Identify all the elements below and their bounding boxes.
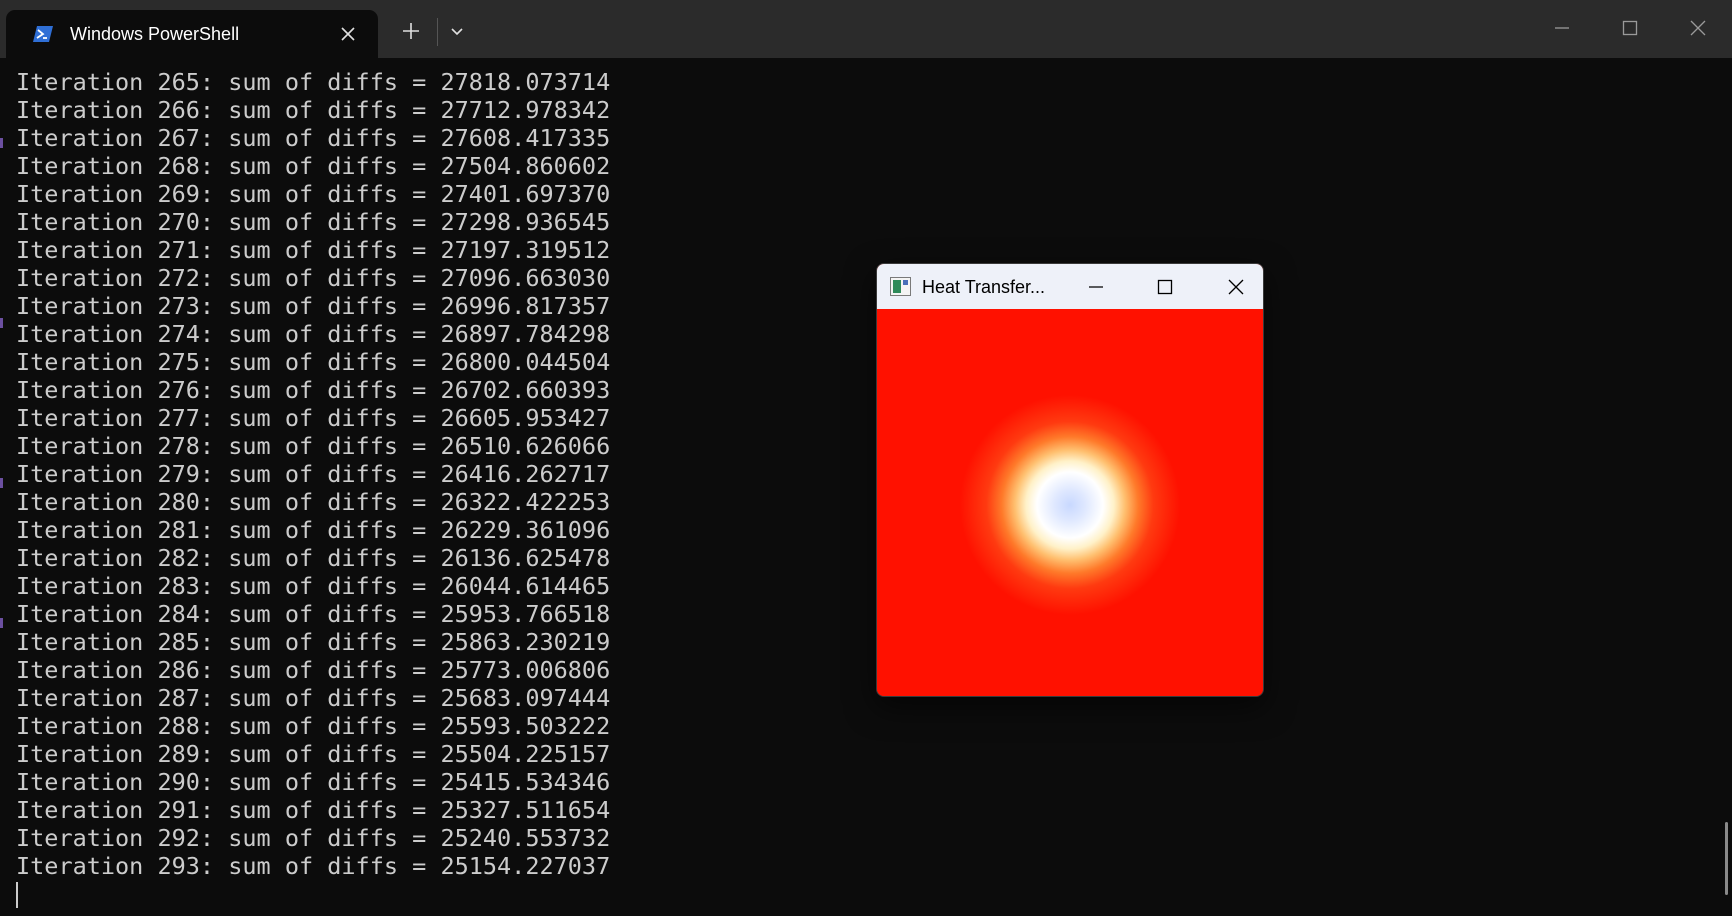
output-line: Iteration 288: sum of diffs = 25593.5032… xyxy=(16,712,611,740)
scrollbar-thumb[interactable] xyxy=(1725,822,1728,895)
tab-windows-powershell[interactable]: Windows PowerShell xyxy=(6,10,378,58)
output-line: Iteration 293: sum of diffs = 25154.2270… xyxy=(16,852,611,880)
tab-title: Windows PowerShell xyxy=(70,24,240,44)
terminal-output: Iteration 265: sum of diffs = 27818.0737… xyxy=(16,68,610,880)
terminal-titlebar[interactable]: Windows PowerShell xyxy=(0,0,1732,58)
minimize-icon[interactable] xyxy=(1552,18,1572,38)
close-tab-icon[interactable] xyxy=(338,24,358,44)
output-line: Iteration 291: sum of diffs = 25327.5116… xyxy=(16,796,611,824)
output-line: Iteration 289: sum of diffs = 25504.2251… xyxy=(16,740,611,768)
output-line: Iteration 287: sum of diffs = 25683.0974… xyxy=(16,684,611,712)
output-line: Iteration 286: sum of diffs = 25773.0068… xyxy=(16,656,611,684)
chevron-down-icon[interactable] xyxy=(447,21,467,41)
output-line: Iteration 279: sum of diffs = 26416.2627… xyxy=(16,460,611,488)
powershell-icon xyxy=(33,26,53,42)
window-edge-artifacts xyxy=(0,138,3,628)
output-line: Iteration 292: sum of diffs = 25240.5537… xyxy=(16,824,611,852)
heat-source-spot xyxy=(960,395,1180,615)
output-line: Iteration 269: sum of diffs = 27401.6973… xyxy=(16,180,611,208)
text-cursor xyxy=(16,882,18,908)
output-line: Iteration 284: sum of diffs = 25953.7665… xyxy=(16,600,611,628)
maximize-icon[interactable] xyxy=(1620,18,1640,38)
minimize-icon[interactable] xyxy=(1086,277,1106,297)
output-line: Iteration 280: sum of diffs = 26322.4222… xyxy=(16,488,611,516)
maximize-icon[interactable] xyxy=(1155,277,1175,297)
output-line: Iteration 285: sum of diffs = 25863.2302… xyxy=(16,628,611,656)
output-line: Iteration 282: sum of diffs = 26136.6254… xyxy=(16,544,611,572)
heat-transfer-window[interactable]: Heat Transfer... xyxy=(876,263,1264,697)
output-line: Iteration 281: sum of diffs = 26229.3610… xyxy=(16,516,611,544)
output-line: Iteration 268: sum of diffs = 27504.8606… xyxy=(16,152,611,180)
output-line: Iteration 265: sum of diffs = 27818.0737… xyxy=(16,68,611,96)
new-tab-icon[interactable] xyxy=(399,19,423,43)
output-line: Iteration 271: sum of diffs = 27197.3195… xyxy=(16,236,611,264)
tab-divider xyxy=(437,18,438,46)
app-window-icon xyxy=(890,277,911,296)
output-line: Iteration 272: sum of diffs = 27096.6630… xyxy=(16,264,611,292)
output-line: Iteration 266: sum of diffs = 27712.9783… xyxy=(16,96,611,124)
heat-window-titlebar[interactable]: Heat Transfer... xyxy=(877,264,1263,309)
output-line: Iteration 267: sum of diffs = 27608.4173… xyxy=(16,124,611,152)
heat-map-canvas xyxy=(877,309,1263,696)
output-line: Iteration 276: sum of diffs = 26702.6603… xyxy=(16,376,611,404)
close-window-icon[interactable] xyxy=(1688,18,1708,38)
output-line: Iteration 273: sum of diffs = 26996.8173… xyxy=(16,292,611,320)
output-line: Iteration 290: sum of diffs = 25415.5343… xyxy=(16,768,611,796)
heat-window-title: Heat Transfer... xyxy=(922,277,1046,297)
output-line: Iteration 274: sum of diffs = 26897.7842… xyxy=(16,320,611,348)
output-line: Iteration 277: sum of diffs = 26605.9534… xyxy=(16,404,611,432)
output-line: Iteration 283: sum of diffs = 26044.6144… xyxy=(16,572,611,600)
output-line: Iteration 270: sum of diffs = 27298.9365… xyxy=(16,208,611,236)
terminal-window: Windows PowerShell Iteration 265: sum of… xyxy=(0,0,1732,916)
output-line: Iteration 278: sum of diffs = 26510.6260… xyxy=(16,432,611,460)
output-line: Iteration 275: sum of diffs = 26800.0445… xyxy=(16,348,611,376)
close-window-icon[interactable] xyxy=(1226,277,1246,297)
